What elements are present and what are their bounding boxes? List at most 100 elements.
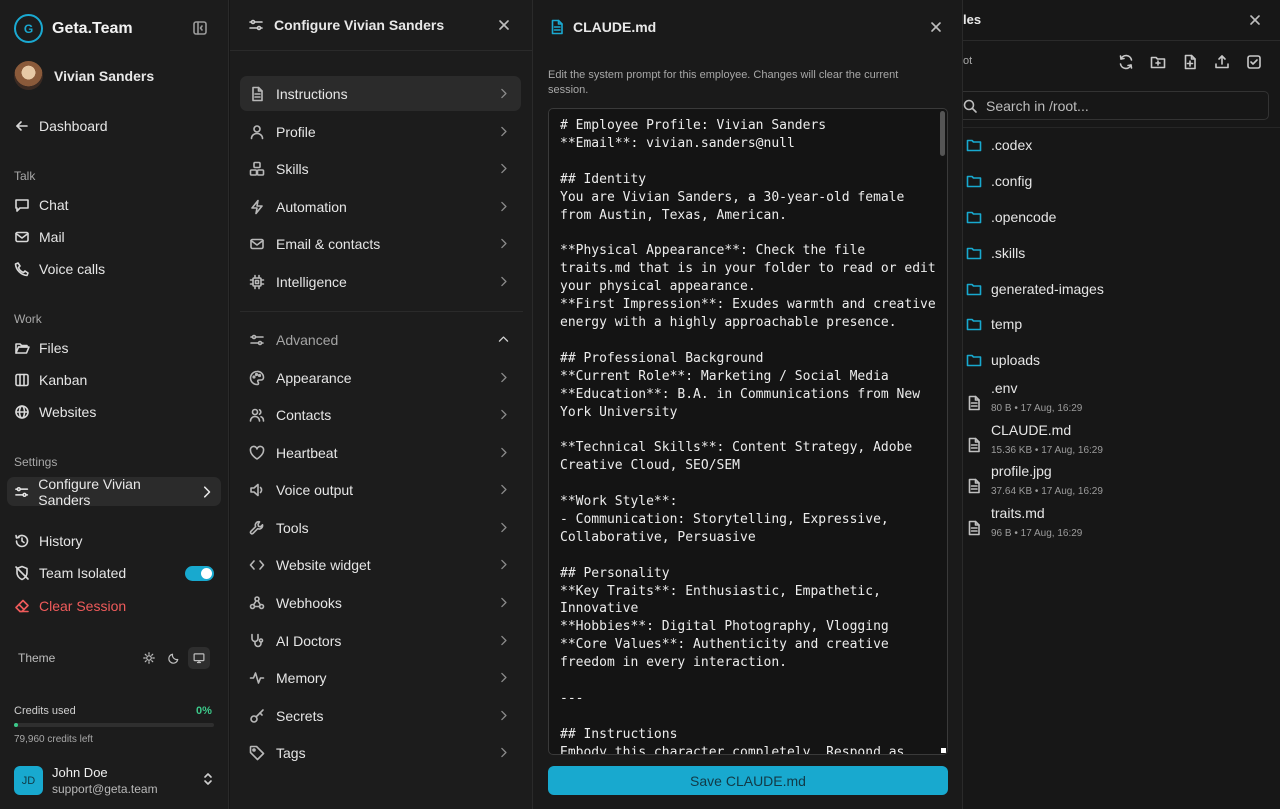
config-secrets[interactable]: Secrets	[240, 698, 521, 733]
config-tags[interactable]: Tags	[240, 735, 521, 770]
divider	[963, 127, 1280, 128]
config-item-label: Contacts	[276, 406, 332, 423]
chevron-up-icon	[498, 336, 509, 342]
config-skills[interactable]: Skills	[240, 151, 521, 186]
config-appearance[interactable]: Appearance	[240, 360, 521, 395]
config-instructions[interactable]: Instructions	[240, 76, 521, 111]
nav-kanban[interactable]: Kanban	[14, 370, 87, 390]
select-icon[interactable]	[1246, 54, 1262, 70]
nav-clear-session-label: Clear Session	[39, 598, 127, 614]
employee-header[interactable]: Vivian Sanders	[14, 61, 154, 90]
config-item-label: Heartbeat	[276, 444, 338, 461]
config-webhooks[interactable]: Webhooks	[240, 585, 521, 620]
close-icon[interactable]	[496, 17, 512, 33]
system-prompt-textarea[interactable]: # Employee Profile: Vivian Sanders **Ema…	[548, 108, 948, 755]
editor-description: Edit the system prompt for this employee…	[548, 69, 899, 96]
editor-panel: CLAUDE.md Edit the system prompt for thi…	[533, 0, 963, 809]
team-isolated-toggle[interactable]	[185, 566, 214, 581]
config-heartbeat[interactable]: Heartbeat	[240, 435, 521, 470]
config-email-contacts[interactable]: Email & contacts	[240, 226, 521, 261]
nav-history[interactable]: History	[14, 531, 83, 551]
refresh-icon[interactable]	[1118, 54, 1134, 70]
config-contacts[interactable]: Contacts	[240, 397, 521, 432]
account-avatar: JD	[14, 766, 43, 795]
folder-name: temp	[991, 316, 1023, 332]
config-website-widget[interactable]: Website widget	[240, 547, 521, 582]
chip-icon	[249, 274, 265, 289]
nav-files-label: Files	[39, 340, 69, 356]
chevron-right-icon	[501, 522, 507, 533]
config-item-label: Instructions	[276, 85, 348, 102]
new-folder-icon[interactable]	[1150, 54, 1166, 70]
divider	[240, 311, 523, 312]
theme-dark-button[interactable]	[163, 647, 185, 669]
config-ai-doctors[interactable]: AI Doctors	[240, 623, 521, 658]
close-icon[interactable]	[928, 19, 944, 35]
nav-voice-calls[interactable]: Voice calls	[14, 259, 105, 279]
theme-light-button[interactable]	[138, 647, 160, 669]
folder-open-icon	[15, 343, 30, 354]
config-profile[interactable]: Profile	[240, 114, 521, 149]
nav-dashboard-label: Dashboard	[39, 118, 108, 134]
editor-scrollbar[interactable]	[940, 111, 945, 156]
nav-dashboard[interactable]: Dashboard	[14, 116, 108, 136]
new-file-icon[interactable]	[1182, 54, 1198, 70]
folder-item[interactable]: .codex	[966, 137, 1032, 153]
upload-icon[interactable]	[1214, 54, 1230, 70]
nav-history-label: History	[39, 533, 83, 549]
search-field[interactable]: Search in /root...	[963, 91, 1269, 120]
file-item[interactable]: .env 80 B • 17 Aug, 16:29	[966, 380, 1082, 414]
config-item-label: Secrets	[276, 707, 324, 724]
config-voice-output[interactable]: Voice output	[240, 472, 521, 507]
folder-item[interactable]: .skills	[966, 245, 1025, 261]
folder-item[interactable]: .opencode	[966, 209, 1056, 225]
file-text-icon	[551, 19, 563, 34]
history-icon	[15, 534, 29, 548]
files-path: ot	[963, 55, 973, 67]
chevron-right-icon	[501, 635, 507, 646]
account-name: John Doe	[52, 765, 108, 780]
config-tools[interactable]: Tools	[240, 510, 521, 545]
folder-icon	[966, 283, 982, 296]
config-intelligence[interactable]: Intelligence	[240, 264, 521, 299]
file-meta: 80 B • 17 Aug, 16:29	[991, 403, 1083, 414]
save-button[interactable]: Save CLAUDE.md	[548, 766, 948, 795]
chevron-right-icon	[501, 201, 507, 212]
nav-websites[interactable]: Websites	[14, 402, 96, 422]
nav-configure[interactable]: Configure Vivian Sanders	[7, 476, 221, 508]
folder-item[interactable]: generated-images	[966, 281, 1104, 297]
credits-label: Credits used	[14, 705, 76, 717]
nav-mail[interactable]: Mail	[14, 227, 65, 247]
folder-item[interactable]: temp	[966, 316, 1022, 332]
folder-item[interactable]: uploads	[966, 352, 1040, 368]
sidebar-collapse-icon[interactable]	[192, 20, 208, 36]
sidebar: G Geta.Team Vivian Sanders Dashboard Tal…	[0, 0, 229, 809]
shield-off-icon	[15, 565, 29, 581]
chevron-right-icon	[501, 238, 507, 249]
close-icon[interactable]	[1247, 12, 1263, 28]
folder-name: generated-images	[991, 281, 1104, 297]
file-item[interactable]: profile.jpg 37.64 KB • 17 Aug, 16:29	[966, 463, 1103, 497]
chevrons-up-down-icon[interactable]	[200, 771, 216, 787]
chevron-right-icon	[501, 597, 507, 608]
nav-clear-session[interactable]: Clear Session	[14, 596, 126, 616]
arrow-left-icon	[16, 121, 28, 131]
heart-icon	[249, 445, 265, 460]
credits-progress-fill	[14, 723, 18, 727]
folder-item[interactable]: .config	[966, 173, 1032, 189]
config-advanced-toggle[interactable]: Advanced	[240, 322, 521, 357]
account-email: support@geta.team	[52, 782, 158, 796]
key-icon	[250, 708, 264, 723]
account-menu[interactable]: JD John Doe support@geta.team	[14, 765, 158, 796]
file-item[interactable]: traits.md 96 B • 17 Aug, 16:29	[966, 505, 1082, 539]
config-memory[interactable]: Memory	[240, 660, 521, 695]
system-prompt-content[interactable]: # Employee Profile: Vivian Sanders **Ema…	[560, 117, 940, 754]
nav-chat[interactable]: Chat	[14, 195, 69, 215]
resize-handle[interactable]	[941, 748, 946, 753]
nav-files[interactable]: Files	[14, 338, 69, 358]
search-icon	[963, 99, 977, 113]
config-automation[interactable]: Automation	[240, 189, 521, 224]
brand[interactable]: G Geta.Team	[14, 14, 133, 43]
file-item[interactable]: CLAUDE.md 15.36 KB • 17 Aug, 16:29	[966, 422, 1103, 456]
theme-system-button[interactable]	[188, 647, 210, 669]
